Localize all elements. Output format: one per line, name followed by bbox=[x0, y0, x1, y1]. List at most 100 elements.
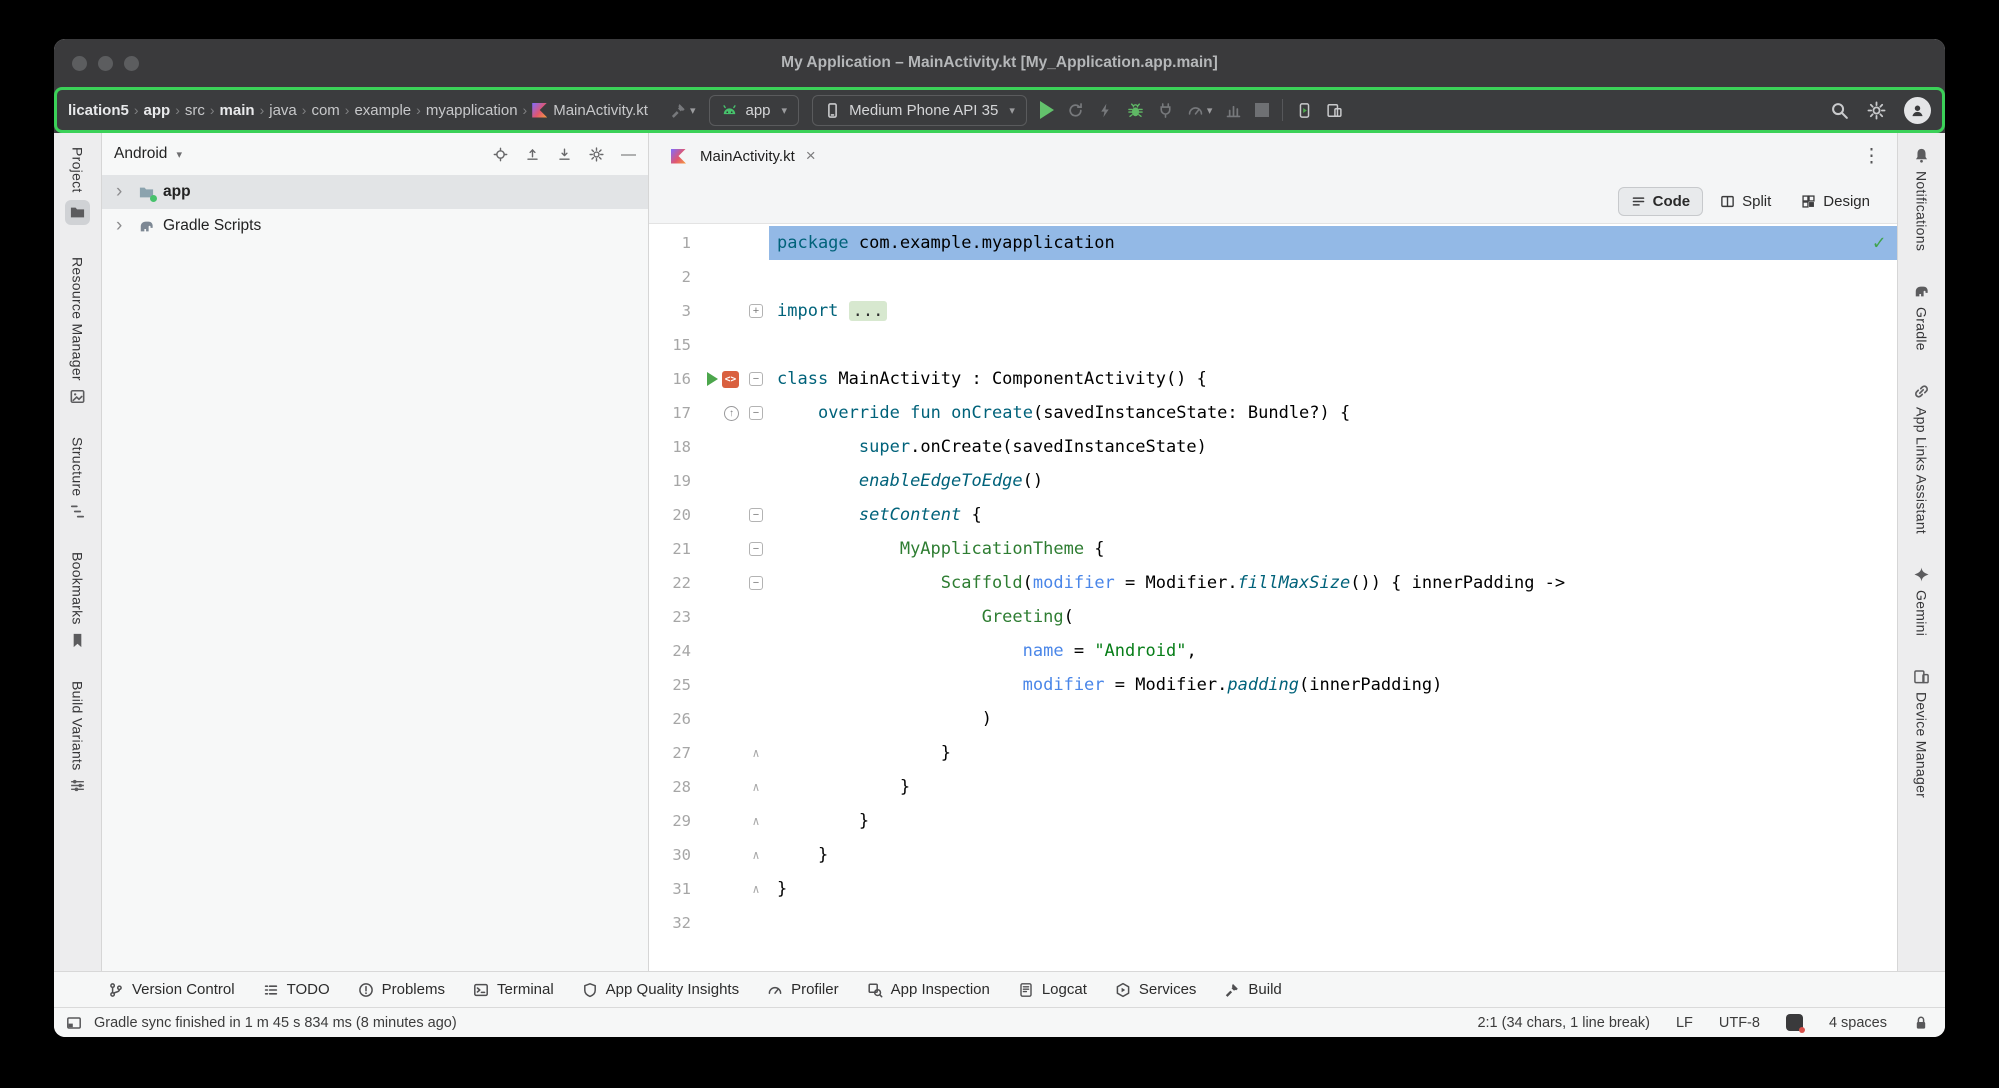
tool-window-layout-icon[interactable] bbox=[66, 1015, 82, 1031]
tool-window-profiler[interactable]: Profiler bbox=[753, 972, 853, 1007]
breadcrumb-item[interactable]: MainActivity.kt bbox=[553, 102, 648, 119]
code-text[interactable] bbox=[769, 328, 1897, 362]
code-line[interactable]: 17↑− override fun onCreate(savedInstance… bbox=[649, 396, 1897, 430]
inspections-check-icon[interactable]: ✓ bbox=[1873, 230, 1885, 254]
fold-toggle-icon[interactable]: + bbox=[749, 304, 763, 318]
panel-settings-icon[interactable] bbox=[589, 147, 604, 162]
tool-stripe-bookmarks[interactable]: Bookmarks bbox=[69, 552, 86, 649]
tool-window-app-quality-insights[interactable]: App Quality Insights bbox=[568, 972, 753, 1007]
breadcrumb-item[interactable]: myapplication bbox=[426, 102, 518, 119]
code-text[interactable]: name = "Android", bbox=[769, 634, 1897, 668]
profile-avatar[interactable] bbox=[1904, 97, 1931, 124]
code-line[interactable]: 26 ) bbox=[649, 702, 1897, 736]
code-line[interactable]: 3+import ... bbox=[649, 294, 1897, 328]
collapse-all-icon[interactable] bbox=[557, 147, 572, 162]
code-text[interactable] bbox=[769, 260, 1897, 294]
code-line[interactable]: 15 bbox=[649, 328, 1897, 362]
run-button[interactable] bbox=[1040, 101, 1054, 119]
code-text[interactable]: class MainActivity : ComponentActivity()… bbox=[769, 362, 1897, 396]
device-select[interactable]: Medium Phone API 35 ▾ bbox=[812, 95, 1027, 126]
code-text[interactable]: Greeting( bbox=[769, 600, 1897, 634]
tool-window-version-control[interactable]: Version Control bbox=[94, 972, 249, 1007]
minimize-window-button[interactable] bbox=[98, 56, 113, 71]
code-editor[interactable]: 1package com.example.myapplication23+imp… bbox=[649, 223, 1897, 971]
code-line[interactable]: 22− Scaffold(modifier = Modifier.fillMax… bbox=[649, 566, 1897, 600]
status-widget-icon[interactable] bbox=[1786, 1014, 1803, 1031]
apply-changes-icon[interactable] bbox=[1067, 102, 1084, 119]
code-text[interactable]: } bbox=[769, 872, 1897, 906]
tool-stripe-notifications[interactable]: Notifications bbox=[1913, 147, 1930, 251]
code-line[interactable]: 30∧ } bbox=[649, 838, 1897, 872]
indent-setting[interactable]: 4 spaces bbox=[1829, 1015, 1887, 1031]
code-line[interactable]: 18 super.onCreate(savedInstanceState) bbox=[649, 430, 1897, 464]
tool-window-problems[interactable]: Problems bbox=[344, 972, 459, 1007]
settings-icon[interactable] bbox=[1867, 101, 1886, 120]
run-configuration-select[interactable]: app ▾ bbox=[709, 95, 800, 126]
view-mode-design[interactable]: Design bbox=[1788, 187, 1883, 216]
code-text[interactable] bbox=[769, 906, 1897, 940]
tool-window-logcat[interactable]: Logcat bbox=[1004, 972, 1101, 1007]
breadcrumb-item[interactable]: lication5 bbox=[68, 102, 129, 119]
code-line[interactable]: 19 enableEdgeToEdge() bbox=[649, 464, 1897, 498]
hide-panel-icon[interactable]: — bbox=[621, 146, 636, 163]
code-text[interactable]: modifier = Modifier.padding(innerPadding… bbox=[769, 668, 1897, 702]
stop-button[interactable] bbox=[1255, 103, 1269, 117]
code-line[interactable]: 29∧ } bbox=[649, 804, 1897, 838]
expand-chevron-icon[interactable]: › bbox=[116, 185, 130, 199]
running-devices-icon[interactable] bbox=[1296, 102, 1313, 119]
tab-mainactivity[interactable]: MainActivity.kt × bbox=[659, 133, 828, 179]
line-separator[interactable]: LF bbox=[1676, 1015, 1693, 1031]
code-text[interactable]: } bbox=[769, 838, 1897, 872]
build-tool-button[interactable]: ▾ bbox=[670, 102, 696, 119]
code-line[interactable]: 2 bbox=[649, 260, 1897, 294]
code-line[interactable]: 32 bbox=[649, 906, 1897, 940]
project-view-select[interactable]: Android bbox=[114, 145, 167, 163]
close-tab-icon[interactable]: × bbox=[806, 146, 816, 166]
search-icon[interactable] bbox=[1830, 101, 1849, 120]
tool-stripe-app-links-assistant[interactable]: App Links Assistant bbox=[1913, 383, 1930, 534]
code-line[interactable]: 31∧} bbox=[649, 872, 1897, 906]
view-mode-code[interactable]: Code bbox=[1618, 187, 1704, 216]
code-text[interactable]: override fun onCreate(savedInstanceState… bbox=[769, 396, 1897, 430]
editor-options-icon[interactable]: ⋮ bbox=[1862, 145, 1881, 168]
tool-window-app-inspection[interactable]: App Inspection bbox=[853, 972, 1004, 1007]
code-text[interactable]: super.onCreate(savedInstanceState) bbox=[769, 430, 1897, 464]
expand-chevron-icon[interactable]: › bbox=[116, 219, 130, 233]
tool-window-todo[interactable]: TODO bbox=[249, 972, 344, 1007]
code-text[interactable]: } bbox=[769, 736, 1897, 770]
code-line[interactable]: 28∧ } bbox=[649, 770, 1897, 804]
code-line[interactable]: 21− MyApplicationTheme { bbox=[649, 532, 1897, 566]
code-line[interactable]: 16<>−class MainActivity : ComponentActiv… bbox=[649, 362, 1897, 396]
expand-all-icon[interactable] bbox=[525, 147, 540, 162]
tool-window-build[interactable]: Build bbox=[1210, 972, 1295, 1007]
caret-position[interactable]: 2:1 (34 chars, 1 line break) bbox=[1477, 1015, 1649, 1031]
code-line[interactable]: 27∧ } bbox=[649, 736, 1897, 770]
code-text[interactable]: enableEdgeToEdge() bbox=[769, 464, 1897, 498]
file-encoding[interactable]: UTF-8 bbox=[1719, 1015, 1760, 1031]
zoom-window-button[interactable] bbox=[124, 56, 139, 71]
locate-file-icon[interactable] bbox=[493, 147, 508, 162]
breadcrumb-item[interactable]: src bbox=[185, 102, 205, 119]
tree-item-gradle-scripts[interactable]: › Gradle Scripts bbox=[102, 209, 648, 243]
code-line[interactable]: 23 Greeting( bbox=[649, 600, 1897, 634]
breadcrumb-item[interactable]: main bbox=[220, 102, 255, 119]
compose-gutter-icon[interactable]: <> bbox=[722, 371, 739, 388]
attach-debugger-icon[interactable] bbox=[1157, 102, 1174, 119]
tool-window-terminal[interactable]: Terminal bbox=[459, 972, 568, 1007]
profiler-button[interactable]: ▾ bbox=[1187, 102, 1213, 119]
device-mirroring-icon[interactable] bbox=[1326, 102, 1343, 119]
code-text[interactable]: } bbox=[769, 804, 1897, 838]
fold-toggle-icon[interactable]: − bbox=[749, 542, 763, 556]
breadcrumb-item[interactable]: java bbox=[269, 102, 297, 119]
fold-toggle-icon[interactable]: − bbox=[749, 372, 763, 386]
tool-stripe-resource-manager[interactable]: Resource Manager bbox=[69, 257, 86, 405]
code-line[interactable]: 24 name = "Android", bbox=[649, 634, 1897, 668]
run-gutter-icon[interactable] bbox=[707, 372, 718, 386]
tool-stripe-structure[interactable]: Structure bbox=[69, 437, 86, 521]
code-text[interactable]: Scaffold(modifier = Modifier.fillMaxSize… bbox=[769, 566, 1897, 600]
code-line[interactable]: 25 modifier = Modifier.padding(innerPadd… bbox=[649, 668, 1897, 702]
override-gutter-icon[interactable]: ↑ bbox=[724, 406, 739, 421]
tool-window-services[interactable]: Services bbox=[1101, 972, 1211, 1007]
fold-toggle-icon[interactable]: − bbox=[749, 508, 763, 522]
tree-item-app[interactable]: › app bbox=[102, 175, 648, 209]
